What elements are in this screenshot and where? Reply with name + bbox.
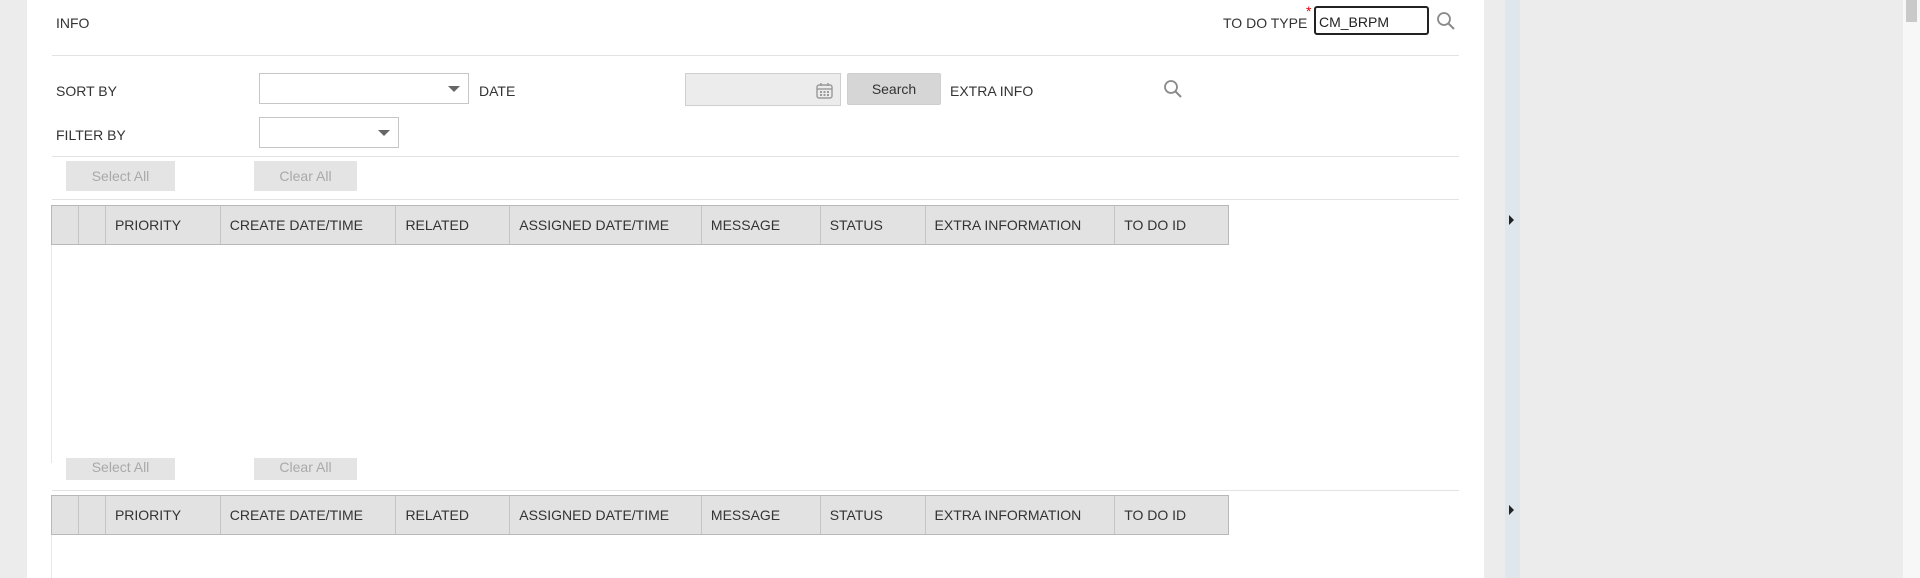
info-label: INFO (56, 15, 90, 31)
grid-body (51, 535, 52, 578)
select-all-button[interactable]: Select All (66, 458, 175, 480)
divider (52, 490, 1459, 491)
select-column[interactable] (52, 206, 79, 244)
column-priority[interactable]: PRIORITY (106, 496, 221, 534)
search-icon[interactable] (1436, 11, 1456, 31)
search-icon[interactable] (1163, 79, 1183, 99)
column-message[interactable]: MESSAGE (702, 206, 821, 244)
todo-type-label: TO DO TYPE (1223, 15, 1308, 31)
divider (52, 156, 1459, 157)
column-assigned-date[interactable]: ASSIGNED DATE/TIME (510, 206, 702, 244)
grid-body (51, 245, 52, 463)
filter-by-label: FILTER BY (56, 127, 126, 143)
expand-column (79, 496, 106, 534)
todo-type-input[interactable]: CM_BRPM (1314, 6, 1429, 35)
date-label: DATE (479, 83, 516, 99)
divider (52, 199, 1459, 200)
chevron-down-icon (378, 129, 390, 136)
column-create-date[interactable]: CREATE DATE/TIME (221, 496, 397, 534)
caret-right-icon[interactable] (1509, 215, 1514, 225)
clear-all-button[interactable]: Clear All (254, 161, 357, 191)
column-status[interactable]: STATUS (821, 206, 926, 244)
column-message[interactable]: MESSAGE (702, 496, 821, 534)
column-related[interactable]: RELATED (396, 496, 511, 534)
column-todo-id[interactable]: TO DO ID (1115, 206, 1228, 244)
scrollbar-thumb[interactable] (1906, 0, 1917, 22)
expand-column (79, 206, 106, 244)
column-priority[interactable]: PRIORITY (106, 206, 221, 244)
required-marker: * (1306, 3, 1312, 19)
date-input[interactable] (685, 73, 841, 106)
grid-header: PRIORITY CREATE DATE/TIME RELATED ASSIGN… (51, 205, 1229, 245)
side-splitter[interactable] (1505, 0, 1520, 578)
calendar-icon[interactable] (816, 82, 833, 99)
scrollbar[interactable] (1903, 0, 1920, 578)
column-related[interactable]: RELATED (396, 206, 511, 244)
caret-right-icon[interactable] (1509, 505, 1514, 515)
sort-by-select[interactable] (259, 73, 469, 104)
column-extra-information[interactable]: EXTRA INFORMATION (926, 496, 1116, 534)
filter-by-select[interactable] (259, 117, 399, 148)
column-assigned-date[interactable]: ASSIGNED DATE/TIME (510, 496, 702, 534)
column-todo-id[interactable]: TO DO ID (1115, 496, 1228, 534)
grid-header: PRIORITY CREATE DATE/TIME RELATED ASSIGN… (51, 495, 1229, 535)
column-create-date[interactable]: CREATE DATE/TIME (221, 206, 397, 244)
divider (52, 55, 1459, 56)
column-status[interactable]: STATUS (821, 496, 926, 534)
column-extra-information[interactable]: EXTRA INFORMATION (926, 206, 1116, 244)
select-all-button[interactable]: Select All (66, 161, 175, 191)
select-column[interactable] (52, 496, 79, 534)
sort-by-label: SORT BY (56, 83, 117, 99)
chevron-down-icon (448, 85, 460, 92)
clear-all-button[interactable]: Clear All (254, 458, 357, 480)
search-button[interactable]: Search (847, 73, 941, 105)
extra-info-label: EXTRA INFO (950, 83, 1034, 99)
